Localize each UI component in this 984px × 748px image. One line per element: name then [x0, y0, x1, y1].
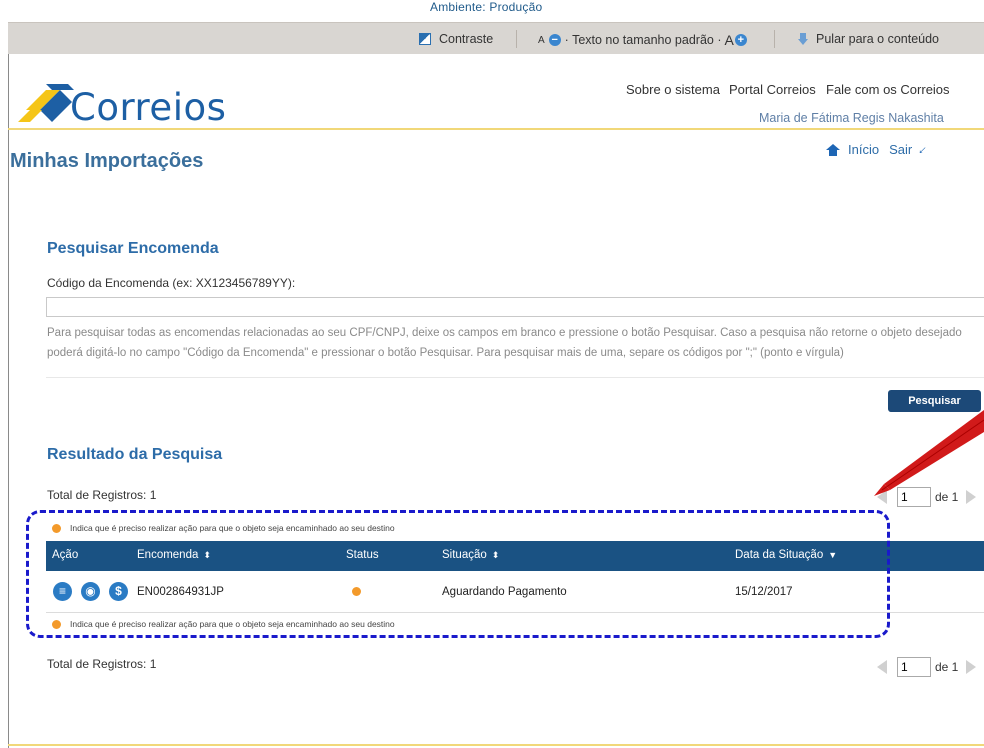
divider [516, 30, 517, 48]
highlight-dashed-box [26, 510, 890, 638]
exit-arrow-icon[interactable]: ↓ [916, 142, 931, 157]
accessibility-bar: Contraste A − · Texto no tamanho padrão … [8, 22, 984, 54]
annotation-arrow-icon [874, 410, 984, 496]
prev-page-icon[interactable] [877, 660, 887, 674]
user-name[interactable]: Maria de Fátima Regis Nakashita [759, 111, 944, 125]
pager-bottom: de 1 [877, 657, 977, 677]
logo-text: Correios [70, 86, 227, 129]
skip-label: Pular para o conteúdo [816, 32, 940, 46]
contrast-label: Contraste [439, 32, 494, 46]
contrast-icon [419, 33, 431, 45]
header-divider [8, 128, 984, 130]
next-page-icon[interactable] [966, 660, 977, 674]
link-about-system[interactable]: Sobre o sistema [626, 82, 720, 97]
search-section-title: Pesquisar Encomenda [47, 240, 219, 257]
help-line-2: poderá digitá-lo no campo "Código da Enc… [47, 347, 844, 359]
font-size-controls: A − · Texto no tamanho padrão · A + [538, 32, 751, 48]
home-link[interactable]: Início [848, 142, 879, 157]
arrow-down-icon [798, 33, 808, 45]
exit-link[interactable]: Sair [889, 142, 912, 157]
environment-strip: Ambiente: Produção [0, 0, 984, 22]
divider [46, 377, 984, 378]
font-decrease-icon[interactable]: − [548, 34, 561, 46]
font-increase-icon[interactable]: + [734, 34, 747, 46]
total-records-top: Total de Registros: 1 [47, 488, 157, 502]
page-title: Minhas Importações [10, 150, 204, 172]
link-contact-correios[interactable]: Fale com os Correios [826, 82, 950, 97]
pager-of-label: de 1 [935, 660, 959, 674]
page-number-input[interactable] [897, 657, 931, 677]
total-records-bottom: Total de Registros: 1 [47, 657, 157, 671]
contrast-toggle[interactable]: Contraste [419, 32, 493, 46]
skip-to-content-link[interactable]: Pular para o conteúdo [798, 32, 939, 46]
search-button[interactable]: Pesquisar [888, 390, 981, 412]
help-line-1: Para pesquisar todas as encomendas relac… [47, 327, 962, 339]
divider [774, 30, 775, 48]
page-left-border [8, 54, 9, 748]
font-decrease-prefix: A [538, 34, 545, 46]
font-increase-prefix: A [724, 32, 734, 48]
environment-label: Ambiente: Produção [430, 0, 543, 14]
footer-divider [8, 744, 984, 746]
results-section-title: Resultado da Pesquisa [47, 446, 223, 463]
font-default-label[interactable]: · Texto no tamanho padrão · [565, 33, 722, 47]
home-exit-links: Início Sair ↓ [826, 142, 931, 157]
home-icon[interactable] [826, 143, 840, 156]
search-help-text: Para pesquisar todas as encomendas relac… [47, 323, 984, 363]
link-portal-correios[interactable]: Portal Correios [729, 82, 816, 97]
tracking-code-label: Código da Encomenda (ex: XX123456789YY): [47, 276, 296, 290]
tracking-code-input[interactable] [46, 297, 984, 317]
